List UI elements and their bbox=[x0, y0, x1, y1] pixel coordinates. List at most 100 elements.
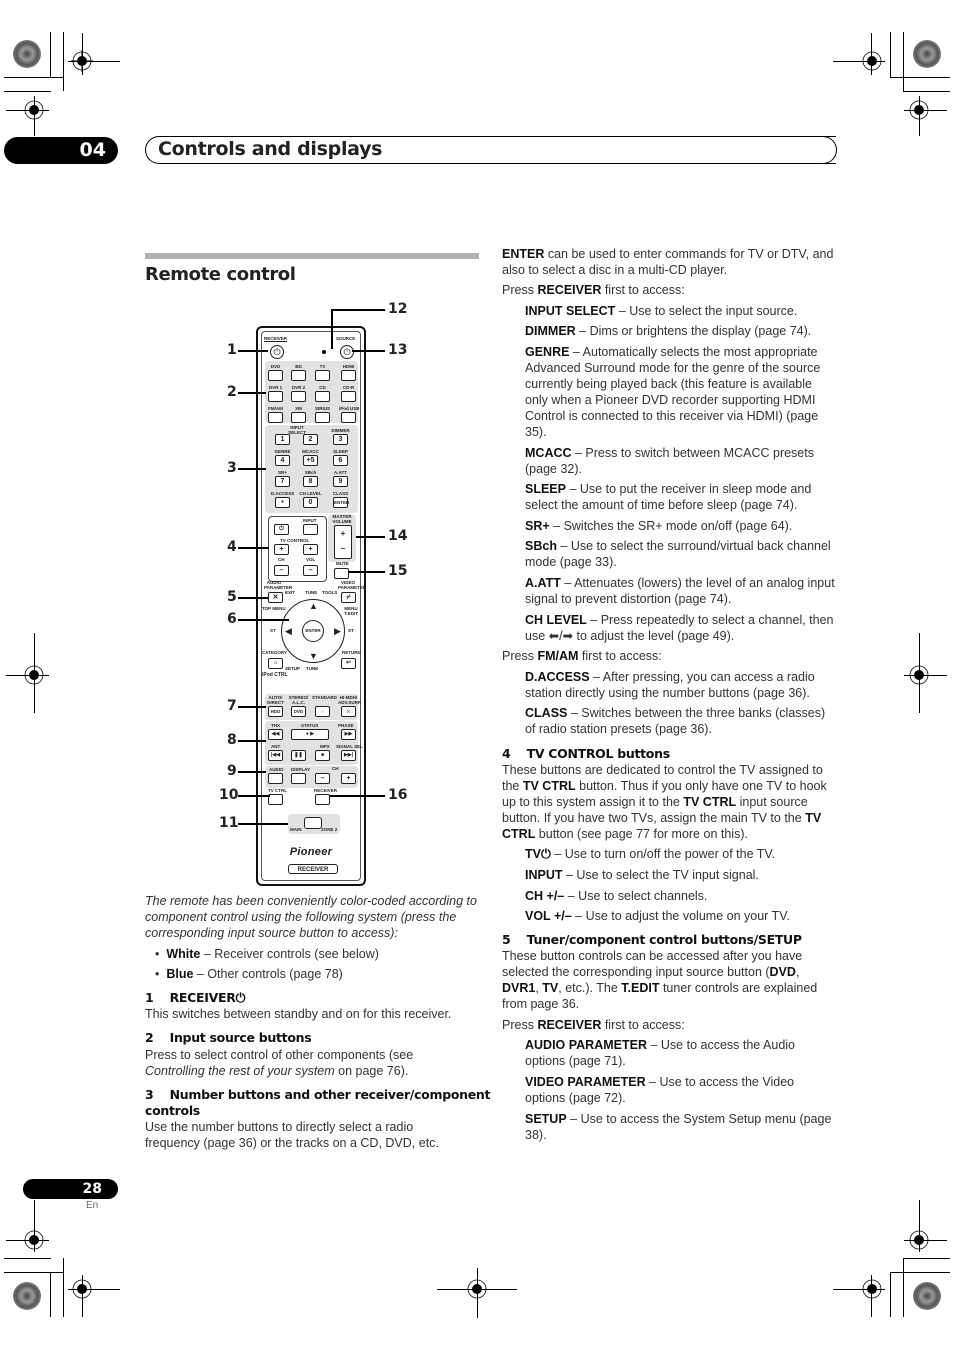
description-item: D.ACCESS – After pressing, you can acces… bbox=[525, 669, 836, 701]
item1-heading: 1 RECEIVER⏻ bbox=[145, 990, 246, 1005]
bullet-blue: • Blue – Other controls (page 78) bbox=[155, 967, 343, 981]
description-term: INPUT SELECT bbox=[525, 304, 616, 318]
receiver-btn-label: RECEIVER bbox=[314, 788, 338, 793]
description-item: AUDIO PARAMETER – Use to access the Audi… bbox=[525, 1037, 836, 1069]
input-source-label: HDMI bbox=[342, 364, 355, 369]
fast-forward-button: ▶▶ bbox=[341, 729, 356, 740]
vol-label: VOL bbox=[306, 557, 316, 562]
mpx-label: MPX bbox=[320, 744, 330, 749]
registration-disc-icon bbox=[13, 1282, 41, 1310]
item5-heading: 5 Tuner/component control buttons/SETUP bbox=[502, 932, 802, 947]
description-item: VOL +/– – Use to adjust the volume on yo… bbox=[525, 908, 836, 924]
number-key-label: DIMMER bbox=[331, 428, 350, 433]
color-code-intro: The remote has been conveniently color-c… bbox=[145, 894, 477, 940]
description-item: INPUT SELECT – Use to select the input s… bbox=[525, 303, 836, 319]
display-label: DISPLAY bbox=[291, 767, 311, 772]
video-parameter-label: VIDEO PARAMETER bbox=[338, 580, 367, 590]
tv-ch-minus-button: – bbox=[274, 565, 289, 576]
description-text: – Use to select the input source. bbox=[615, 304, 798, 318]
description-term: INPUT bbox=[525, 868, 563, 882]
enter-button: ENTER bbox=[302, 620, 324, 642]
description-term: SLEEP bbox=[525, 482, 566, 496]
main-label: MAIN bbox=[290, 827, 302, 832]
audio-button bbox=[268, 773, 283, 784]
master-volume-rocker: + – bbox=[334, 525, 352, 559]
callout-9: 9 bbox=[227, 763, 237, 779]
description-text: – Use to access the System Setup menu (p… bbox=[525, 1112, 832, 1142]
description-term: CH LEVEL bbox=[525, 613, 587, 627]
tv-ch-plus-button: + bbox=[274, 544, 289, 555]
number-key-label: GENRE bbox=[274, 449, 291, 454]
input-source-button bbox=[341, 391, 356, 402]
number-key: 4 bbox=[275, 455, 290, 466]
listening-mode-button: ⤫ bbox=[341, 706, 356, 717]
receiver-button bbox=[315, 794, 330, 805]
input-source-button bbox=[341, 370, 356, 381]
input-source-button bbox=[268, 391, 283, 402]
exit-label: EXIT bbox=[285, 590, 296, 595]
item4-text: These buttons are dedicated to control t… bbox=[502, 763, 827, 841]
st-left-label: ST bbox=[270, 628, 276, 633]
item3-text: Use the number buttons to directly selec… bbox=[145, 1120, 439, 1150]
source-label: SOURCE bbox=[336, 336, 356, 341]
description-text: – Switches between the three banks (clas… bbox=[525, 706, 826, 736]
thx-label: THX bbox=[271, 723, 280, 728]
description-term: AUDIO PARAMETER bbox=[525, 1038, 647, 1052]
description-term: VIDEO PARAMETER bbox=[525, 1075, 646, 1089]
number-key: 2 bbox=[303, 434, 318, 445]
listening-mode-label: STEREO/ A.L.C. bbox=[288, 695, 309, 705]
model-label: RECEIVER bbox=[288, 864, 338, 874]
number-key-label: SBch bbox=[304, 470, 317, 475]
registration-disc-icon bbox=[913, 1282, 941, 1310]
callout-8: 8 bbox=[227, 732, 237, 748]
return-label: RETURN bbox=[342, 650, 361, 655]
ch-minus-button: – bbox=[315, 773, 330, 784]
ant-label: ANT bbox=[271, 744, 281, 749]
press-fmam-note: Press FM/AM first to access: bbox=[502, 649, 662, 663]
input-source-button bbox=[268, 370, 283, 381]
number-key: 7 bbox=[275, 476, 290, 487]
number-key-label: SLEEP bbox=[333, 449, 348, 454]
setup-label: SETUP bbox=[285, 666, 301, 671]
description-item: MCACC – Press to switch between MCACC pr… bbox=[525, 445, 836, 477]
input-source-label: DVD bbox=[270, 364, 281, 369]
play-button: ● ▶ bbox=[291, 729, 329, 740]
description-text: – Use to put the receiver in sleep mode … bbox=[525, 482, 812, 512]
callout-16: 16 bbox=[388, 787, 408, 803]
listening-mode-button: HDD bbox=[268, 706, 283, 717]
page-number: 28 bbox=[23, 1179, 118, 1199]
phase-label: PHASE bbox=[338, 723, 354, 728]
number-key: +5 bbox=[303, 455, 318, 466]
input-source-label: iPod USB bbox=[339, 406, 360, 411]
number-key-label: CH LEVEL bbox=[299, 491, 322, 496]
callout-4: 4 bbox=[227, 539, 237, 555]
input-source-button bbox=[291, 391, 306, 402]
description-term: SETUP bbox=[525, 1112, 567, 1126]
number-key-label: MCACC bbox=[302, 449, 319, 454]
chapter-title-box: Controls and displays bbox=[145, 136, 836, 164]
tv-input-label: INPUT bbox=[303, 518, 317, 523]
tv-vol-minus-button: – bbox=[303, 565, 318, 576]
description-text: – Use to select the TV input signal. bbox=[562, 868, 759, 882]
item2-heading: 2 Input source buttons bbox=[145, 1030, 312, 1045]
top-menu-label: TOP MENU bbox=[262, 606, 286, 611]
input-source-button bbox=[341, 412, 356, 423]
menu-label: MENU T.EDIT bbox=[344, 606, 358, 616]
description-term: CH +/– bbox=[525, 889, 565, 903]
rewind-button: ◀◀ bbox=[268, 729, 283, 740]
listening-mode-button: ⇔ bbox=[315, 706, 330, 717]
arrow-up-icon: ▲ bbox=[309, 601, 318, 611]
description-text: – Switches the SR+ mode on/off (page 64)… bbox=[549, 519, 793, 533]
callout-2: 2 bbox=[227, 384, 237, 400]
input-source-button bbox=[315, 391, 330, 402]
input-source-button bbox=[315, 370, 330, 381]
callout-7: 7 bbox=[227, 698, 237, 714]
registration-disc-icon bbox=[913, 40, 941, 68]
input-source-label: SIRIUS bbox=[314, 406, 330, 411]
mute-label: MUTE bbox=[336, 561, 349, 566]
item2-text: Press to select control of other compone… bbox=[145, 1048, 414, 1078]
pioneer-logo: Pioneer bbox=[289, 846, 333, 858]
callout-5: 5 bbox=[227, 589, 237, 605]
bullet-white: • White – Receiver controls (see below) bbox=[155, 947, 379, 961]
audio-parameter-label: AUDIO PARAMETER bbox=[264, 580, 293, 590]
